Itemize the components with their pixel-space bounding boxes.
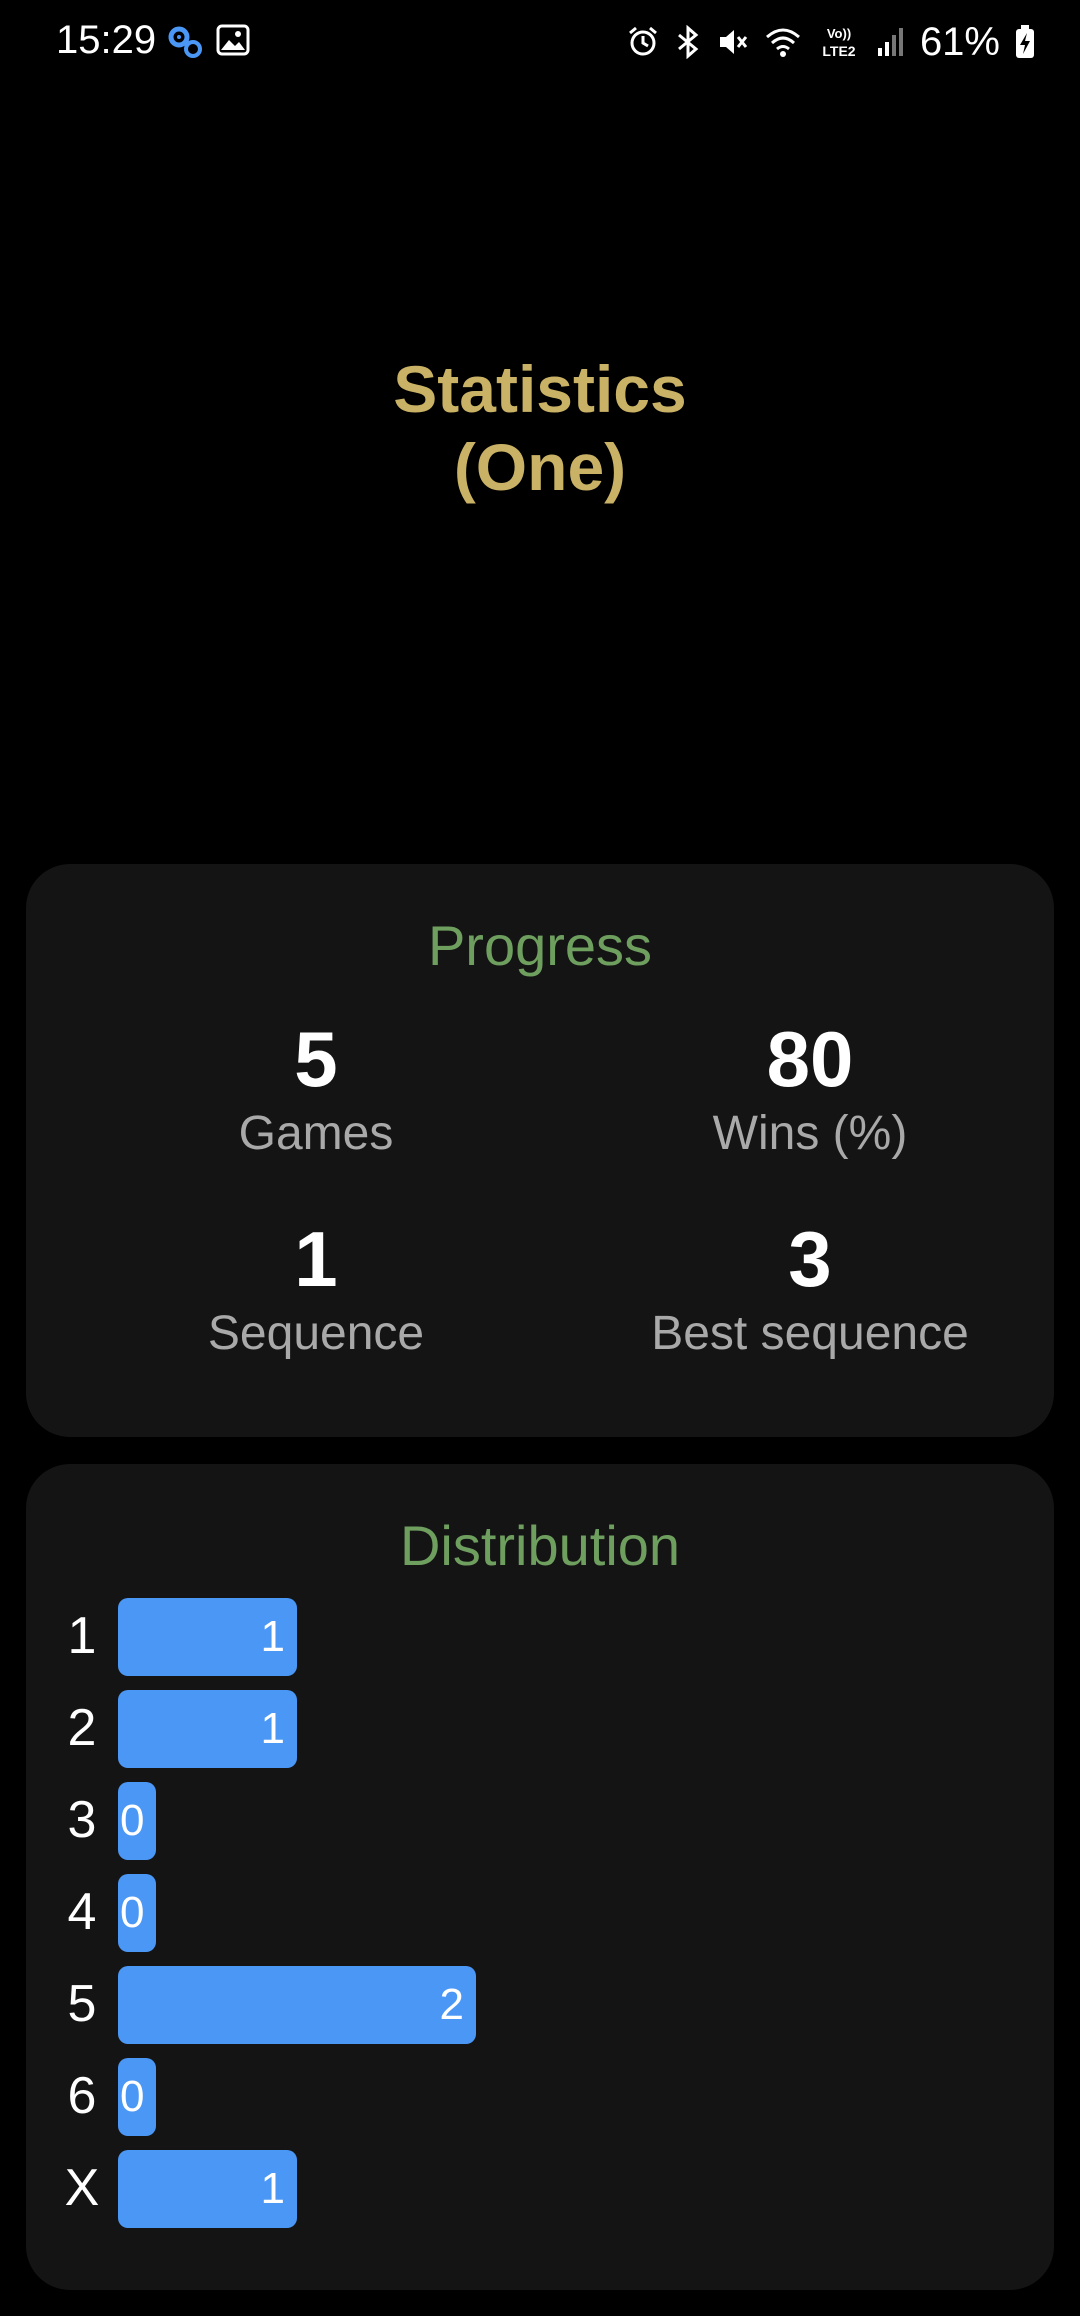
stat-wins-value: 80: [766, 1015, 854, 1103]
lte-line2: LTE2: [822, 43, 855, 59]
stat-best-sequence-value: 3: [788, 1215, 832, 1303]
distribution-row: 5 2: [26, 1966, 1054, 2044]
bluetooth-icon: [674, 25, 702, 59]
stat-sequence-value: 1: [294, 1215, 338, 1303]
distribution-row-label: 4: [67, 1883, 97, 1941]
status-left-icons: [166, 24, 250, 65]
mute-icon: [716, 25, 750, 59]
status-bar: 15:29 Vo)) LTE2 61%: [0, 0, 1080, 86]
alarm-icon: [626, 25, 660, 59]
distribution-row-label: 5: [67, 1975, 97, 2033]
battery-percent: 61%: [919, 20, 1000, 64]
distribution-row-label: X: [64, 2159, 100, 2217]
distribution-bar: 1: [118, 1598, 297, 1676]
page-title-line2: (One): [453, 430, 627, 504]
status-right-icons: Vo)) LTE2 61%: [626, 18, 1036, 66]
distribution-bar: 2: [118, 1966, 476, 2044]
stat-best-sequence-label: Best sequence: [651, 1307, 969, 1360]
distribution-bar: 0: [118, 1782, 156, 1860]
stat-wins: 80 Wins (%): [590, 1014, 1030, 1164]
distribution-bar: 0: [118, 2058, 156, 2136]
distribution-row: 4 0: [26, 1874, 1054, 1952]
status-time: 15:29: [56, 18, 157, 62]
progress-card: Progress 5 Games 80 Wins (%) 1 Sequence …: [26, 864, 1054, 1437]
distribution-row: X 1: [26, 2150, 1054, 2228]
distribution-card: Distribution 1 1 2 1 3 0 4 0 5 2 6 0 X 1: [26, 1464, 1054, 2290]
distribution-row: 2 1: [26, 1690, 1054, 1768]
page-title: Statistics (One): [0, 350, 1080, 506]
settings-gears-icon: [166, 24, 204, 65]
distribution-row-label: 1: [67, 1607, 97, 1665]
distribution-row-label: 6: [67, 2067, 97, 2125]
image-icon: [216, 24, 250, 65]
distribution-heading: Distribution: [399, 1514, 681, 1577]
distribution-rows: 1 1 2 1 3 0 4 0 5 2 6 0 X 1: [26, 1598, 1054, 2242]
distribution-row: 3 0: [26, 1782, 1054, 1860]
wifi-icon: [764, 26, 802, 58]
stat-games-label: Games: [238, 1107, 394, 1160]
distribution-bar: 1: [118, 1690, 297, 1768]
lte-line1: Vo)): [827, 26, 851, 41]
distribution-bar: 1: [118, 2150, 297, 2228]
distribution-row-label: 3: [67, 1791, 97, 1849]
stat-games: 5 Games: [96, 1014, 536, 1164]
stat-sequence: 1 Sequence: [96, 1214, 536, 1364]
battery-charging-icon: [1014, 24, 1036, 60]
distribution-row: 1 1: [26, 1598, 1054, 1676]
progress-heading: Progress: [427, 914, 653, 977]
distribution-row-label: 2: [67, 1699, 97, 1757]
distribution-row: 6 0: [26, 2058, 1054, 2136]
distribution-bar: 0: [118, 1874, 156, 1952]
stat-sequence-label: Sequence: [207, 1307, 425, 1360]
stat-wins-label: Wins (%): [712, 1107, 908, 1160]
signal-icon: [876, 26, 906, 58]
lte-icon: Vo)) LTE2: [816, 24, 862, 60]
stat-games-value: 5: [294, 1015, 338, 1103]
page-title-line1: Statistics: [393, 352, 687, 426]
stat-best-sequence: 3 Best sequence: [590, 1214, 1030, 1364]
